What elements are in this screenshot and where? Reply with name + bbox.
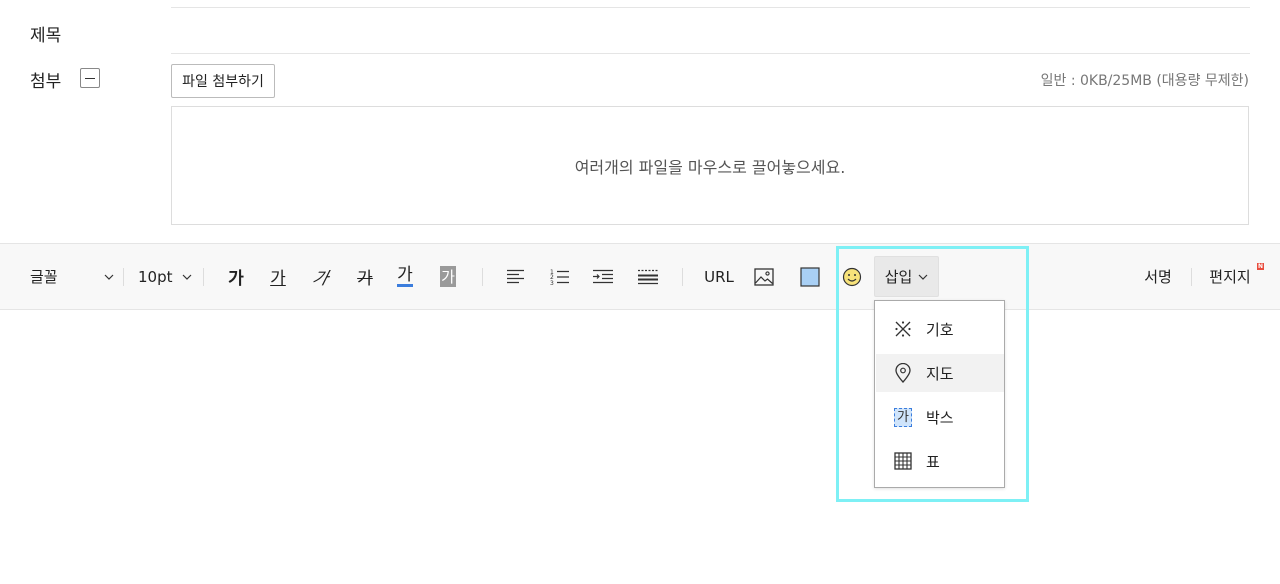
horizontal-rule-icon: [638, 269, 658, 284]
collapse-attachment-button[interactable]: [80, 68, 100, 88]
insert-menu-item-label: 표: [926, 452, 940, 471]
indent-button[interactable]: [591, 244, 615, 309]
link-icon: URL: [704, 267, 734, 286]
font-size-select[interactable]: 10pt: [138, 244, 192, 309]
image-button[interactable]: [752, 244, 776, 309]
text-box-icon: 가: [893, 407, 913, 427]
toolbar-separator: [1191, 268, 1192, 286]
signature-label: 서명: [1144, 268, 1172, 286]
chevron-down-icon: [918, 274, 928, 280]
bold-button[interactable]: 가: [224, 244, 248, 309]
font-color-icon: 가: [397, 265, 413, 287]
reference-mark-icon: [893, 319, 913, 339]
strikethrough-button[interactable]: 가: [353, 244, 377, 309]
bold-icon: 가: [228, 269, 244, 289]
italic-button[interactable]: 가: [309, 244, 333, 309]
box-button[interactable]: [798, 244, 822, 309]
insert-menu-item-box[interactable]: 가 박스: [876, 398, 1004, 436]
align-left-icon: [507, 269, 524, 283]
subject-label: 제목: [30, 26, 62, 46]
signature-button[interactable]: 서명: [1140, 244, 1176, 309]
file-dropzone[interactable]: 여러개의 파일을 마우스로 끌어놓으세요.: [171, 106, 1249, 225]
attachment-capacity: 일반 : 0KB/25MB (대용량 무제한): [1040, 73, 1249, 89]
toolbar-separator: [203, 268, 204, 286]
emoticon-button[interactable]: [840, 244, 864, 309]
font-size-value: 10pt: [138, 267, 173, 286]
align-button[interactable]: [504, 244, 528, 309]
stationery-button[interactable]: 편지지: [1206, 244, 1254, 309]
smiley-icon: [842, 267, 862, 286]
insert-label: 삽입: [884, 268, 913, 286]
background-color-icon: 가: [440, 266, 456, 287]
numbered-list-icon: 123: [550, 269, 569, 286]
insert-menu: 기호 지도 가 박스 표: [874, 300, 1005, 488]
table-grid-icon: [893, 451, 913, 471]
font-family-value: 글꼴: [30, 268, 58, 286]
underline-icon: 가: [270, 269, 286, 289]
image-icon: [754, 267, 774, 286]
url-button[interactable]: URL: [703, 244, 735, 309]
minus-icon: [85, 77, 95, 79]
toolbar-separator: [682, 268, 683, 286]
chevron-down-icon: [182, 274, 192, 280]
font-color-button[interactable]: 가: [393, 244, 417, 309]
editor-toolbar: 글꼴 10pt 가 가 가 가 가 가 123 URL 서명 편지지: [0, 243, 1280, 310]
insert-menu-item-table[interactable]: 표: [876, 442, 1004, 480]
insert-menu-item-label: 박스: [926, 408, 954, 427]
insert-dropdown-button[interactable]: 삽입: [874, 256, 939, 297]
insert-menu-item-label: 지도: [926, 364, 954, 383]
map-pin-icon: [893, 363, 913, 383]
background-color-button[interactable]: 가: [436, 244, 460, 309]
toolbar-separator: [482, 268, 483, 286]
indent-icon: [593, 269, 613, 283]
italic-icon: 가: [310, 269, 331, 289]
svg-text:3: 3: [550, 280, 554, 286]
stationery-label: 편지지: [1209, 268, 1251, 286]
square-box-icon: [800, 266, 820, 287]
numbered-list-button[interactable]: 123: [548, 244, 572, 309]
text-box-icon-glyph: 가: [894, 407, 912, 427]
subject-divider: [171, 53, 1250, 54]
new-badge: N: [1257, 263, 1264, 270]
dropzone-text: 여러개의 파일을 마우스로 끌어놓으세요.: [574, 157, 846, 177]
chevron-down-icon: [104, 274, 114, 280]
attachment-label: 첨부: [30, 72, 62, 92]
line-spacing-button[interactable]: [636, 244, 660, 309]
underline-button[interactable]: 가: [266, 244, 290, 309]
attach-file-button[interactable]: 파일 첨부하기: [171, 64, 275, 98]
strikethrough-icon: 가: [357, 269, 373, 289]
toolbar-separator: [123, 268, 124, 286]
insert-menu-item-map[interactable]: 지도: [876, 354, 1004, 392]
insert-menu-item-symbol[interactable]: 기호: [876, 310, 1004, 348]
insert-menu-item-label: 기호: [926, 320, 954, 339]
top-divider: [171, 7, 1250, 8]
font-family-select[interactable]: 글꼴: [30, 244, 114, 309]
